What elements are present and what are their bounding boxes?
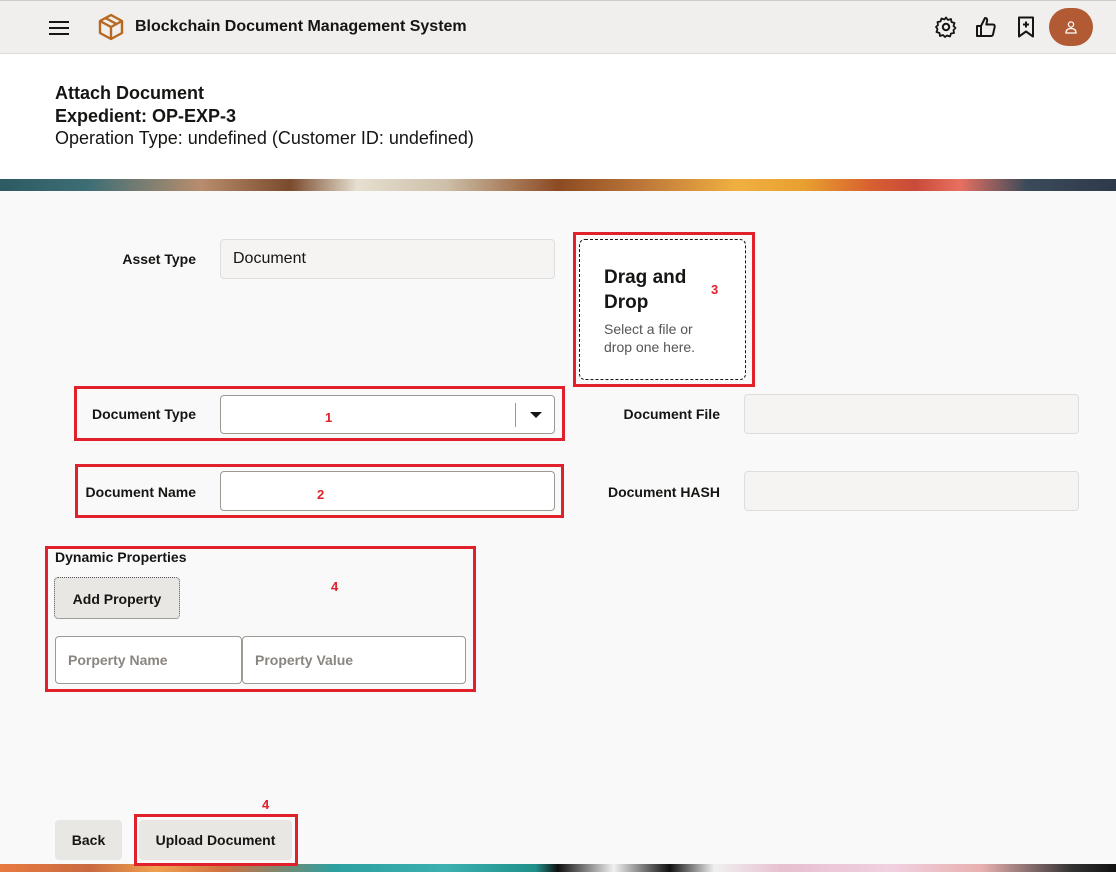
page-title: Attach Document <box>55 83 205 103</box>
asset-type-label: Asset Type <box>122 251 196 267</box>
annotation-number-4: 4 <box>331 579 339 594</box>
menu-icon[interactable] <box>46 16 72 40</box>
app-title: Blockchain Document Management System <box>135 18 467 35</box>
thumbs-up-icon[interactable] <box>974 15 998 39</box>
app-header: Blockchain Document Management System <box>0 0 1116 54</box>
operation-info: Operation Type: undefined (Customer ID: … <box>55 128 474 148</box>
settings-icon[interactable] <box>934 15 958 39</box>
cube-logo-icon <box>98 13 124 41</box>
bookmark-add-icon[interactable] <box>1014 15 1038 39</box>
annotation-box-1 <box>74 386 565 441</box>
annotation-box-4 <box>45 546 476 692</box>
document-hash-field <box>744 471 1079 511</box>
document-hash-label: Document HASH <box>607 484 720 500</box>
user-icon <box>1065 21 1077 34</box>
document-file-field <box>744 394 1079 434</box>
asset-type-field: Document <box>220 239 555 279</box>
back-button[interactable]: Back <box>55 820 122 860</box>
annotation-number-4-upload: 4 <box>262 797 270 812</box>
annotation-number-1: 1 <box>325 410 333 425</box>
annotation-number-2: 2 <box>317 487 325 502</box>
user-avatar[interactable] <box>1049 8 1093 46</box>
annotation-box-3 <box>573 232 755 387</box>
annotation-number-3: 3 <box>711 282 719 297</box>
decorative-banner-top <box>0 179 1116 191</box>
page-title-area: Attach Document Expedient: OP-EXP-3 Oper… <box>0 54 1116 179</box>
expedient-label: Expedient: OP-EXP-3 <box>55 106 237 126</box>
document-file-label: Document File <box>623 406 720 422</box>
annotation-box-upload <box>134 814 298 866</box>
